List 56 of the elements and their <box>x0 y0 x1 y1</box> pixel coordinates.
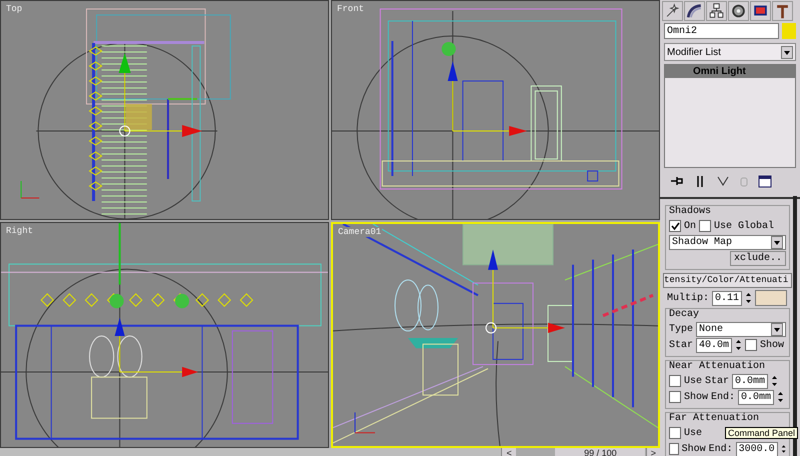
time-slider-thumb[interactable]: 99 / 100 <box>555 448 646 456</box>
checkbox-label: Use <box>684 376 702 386</box>
group-title: Shadows <box>669 206 712 218</box>
checkbox[interactable] <box>669 391 681 403</box>
light-color-swatch[interactable] <box>755 290 788 306</box>
modifier-list-dropdown[interactable]: Modifier List <box>664 43 796 61</box>
spinner-icon[interactable] <box>735 338 742 352</box>
end-field[interactable]: 3000.0 <box>736 442 778 456</box>
hierarchy-icon[interactable] <box>706 1 727 21</box>
checkbox-label: Show <box>760 340 784 350</box>
checkbox-label: On <box>684 220 696 232</box>
shadow-type-dropdown[interactable]: Shadow Map <box>669 234 786 250</box>
field-label: Type <box>669 324 694 334</box>
monitor-icon[interactable] <box>750 1 771 21</box>
checkbox[interactable] <box>669 375 681 387</box>
time-slider-track[interactable]: 99 / 100 <box>516 448 646 456</box>
start-field[interactable]: 0.0mm <box>732 374 768 388</box>
spinner-icon[interactable] <box>745 291 752 305</box>
checkbox-label: Show <box>684 392 708 402</box>
field-label: Star <box>705 376 730 386</box>
next-frame-button[interactable]: > <box>646 448 660 456</box>
decay-type-dropdown[interactable]: None <box>696 322 786 336</box>
tooltip: Command Panel <box>724 427 798 439</box>
fork-icon[interactable] <box>716 174 730 188</box>
object-name-field[interactable]: Omni2 <box>664 23 779 39</box>
checkbox[interactable] <box>669 220 681 232</box>
pin-icon[interactable] <box>670 174 684 188</box>
field-label: Star <box>669 340 694 350</box>
group-title: Near Attenuation <box>669 361 766 373</box>
hammer-icon[interactable] <box>772 1 793 21</box>
previous-frame-button[interactable]: < <box>501 448 516 456</box>
checkbox[interactable] <box>669 427 681 439</box>
checkbox[interactable] <box>745 339 758 351</box>
checkbox-label: Use Global <box>714 220 774 232</box>
wand-icon[interactable] <box>662 1 683 21</box>
group-title: Decay <box>669 309 700 321</box>
object-color-swatch[interactable] <box>782 23 796 39</box>
spinner-icon[interactable] <box>771 374 778 388</box>
group-title: Far Attenuation <box>669 413 760 425</box>
arc-icon[interactable] <box>684 1 705 21</box>
decay-start-field[interactable]: 40.0m <box>696 338 732 352</box>
multiplier-field[interactable]: 0.11 <box>712 290 742 306</box>
spinner-icon[interactable] <box>777 390 784 404</box>
field-label: Multip: <box>667 292 710 304</box>
configure-icon[interactable] <box>758 174 772 188</box>
end-field[interactable]: 0.0mm <box>738 390 774 404</box>
rollout-header[interactable]: tensity/Color/Attenuati <box>663 273 792 288</box>
field-label: End: <box>711 392 736 402</box>
stack-item[interactable]: Omni Light <box>665 65 795 78</box>
checkbox-label: Use <box>684 428 702 438</box>
checkbox-label: Show <box>682 444 706 454</box>
checkbox[interactable] <box>699 220 712 232</box>
exclude-button[interactable]: xclude.. <box>730 250 786 266</box>
wheel-icon[interactable] <box>728 1 749 21</box>
checkbox[interactable] <box>669 443 679 455</box>
field-label: End: <box>708 444 733 454</box>
